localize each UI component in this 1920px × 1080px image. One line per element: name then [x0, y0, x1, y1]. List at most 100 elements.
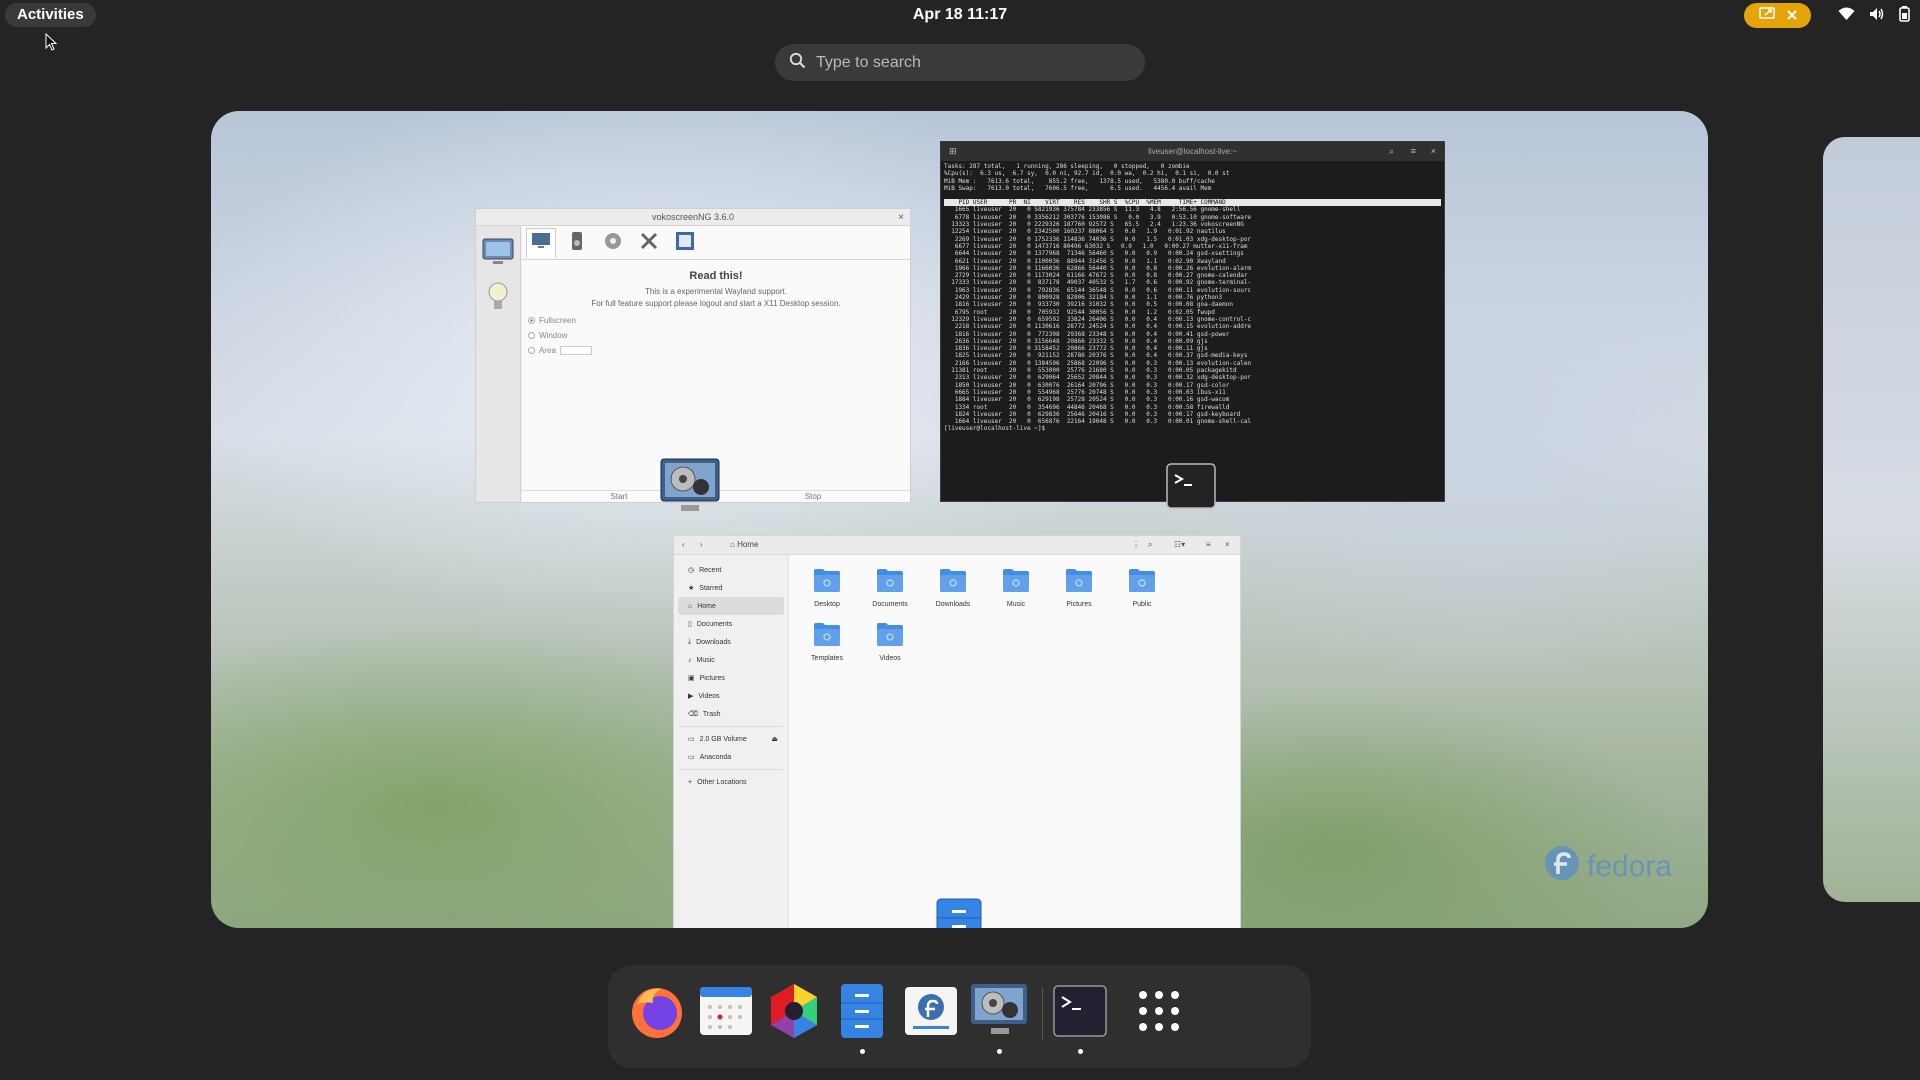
terminal-window[interactable]: ⊞ liveuser@localhost-live:~ ⌕ ≡ × Tasks:…: [940, 141, 1445, 502]
close-icon[interactable]: ×: [1431, 142, 1436, 161]
process-row: 2269 liveuser 20 0 1752336 114836 74036 …: [944, 235, 1252, 243]
sidebar-item-downloads[interactable]: ⤓ Downloads: [678, 633, 784, 651]
running-indicator: [859, 1049, 865, 1054]
folder-icon: [939, 567, 967, 598]
search-icon[interactable]: ⌕: [1148, 540, 1152, 550]
sidebar-item-trash[interactable]: ⌫ Trash: [678, 705, 784, 723]
sidebar-item-home[interactable]: ⌂ Home: [678, 597, 784, 615]
forward-icon[interactable]: ›: [700, 540, 703, 549]
folder-item[interactable]: Desktop: [804, 567, 850, 608]
search-icon[interactable]: ⌕: [1389, 142, 1394, 161]
window-radio[interactable]: Window: [528, 331, 910, 340]
software-icon: [765, 982, 823, 1045]
search-icon: [789, 52, 806, 74]
sidebar-item-other-locations[interactable]: + Other Locations: [678, 773, 784, 791]
screencast-indicator[interactable]: [1744, 3, 1811, 28]
radio-label: Area: [539, 346, 556, 355]
terminal-output[interactable]: Tasks: 287 total, 1 running, 286 sleepin…: [941, 161, 1444, 435]
dash: [608, 965, 1311, 1068]
tab-video[interactable]: [598, 228, 628, 258]
search-entry[interactable]: [775, 44, 1145, 81]
top-summary-line: MiB Swap: 7613.0 total, 7606.5 free, 6.5…: [944, 184, 1212, 192]
window-titlebar: ⊞ liveuser@localhost-live:~ ⌕ ≡ ×: [941, 142, 1444, 161]
monitor-icon[interactable]: [480, 234, 516, 270]
eject-icon[interactable]: ⏏: [771, 735, 778, 743]
folder-item[interactable]: Templates: [804, 621, 850, 662]
path-bar[interactable]: ⌂ Home: [730, 540, 758, 549]
folder-label: Desktop: [814, 601, 840, 608]
process-row: 2729 liveuser 20 0 1173024 61166 47672 S…: [944, 272, 1248, 280]
window-icon: [675, 231, 695, 256]
folder-item[interactable]: Pictures: [1056, 567, 1102, 608]
mouse-pointer-icon: [45, 32, 58, 56]
download-icon: ⤓: [688, 638, 692, 645]
lightbulb-icon[interactable]: [480, 278, 516, 318]
process-row: 12329 liveuser 20 0 659592 33824 26406 S…: [944, 315, 1252, 323]
dash-calendar[interactable]: [695, 982, 757, 1044]
sidebar-item-recent[interactable]: ◷ Recent: [678, 561, 784, 579]
folder-item[interactable]: Videos: [867, 621, 913, 662]
stop-recording-icon[interactable]: [1786, 7, 1797, 25]
tab-settings[interactable]: [670, 228, 700, 258]
sidebar-item-documents[interactable]: ▯ Documents: [678, 615, 784, 633]
next-workspace-thumbnail[interactable]: [1823, 137, 1920, 902]
tab-audio[interactable]: [562, 228, 592, 258]
back-icon[interactable]: ‹: [682, 540, 685, 549]
process-row: 6665 liveuser 20 0 554968 25776 20748 S …: [944, 388, 1226, 396]
dash-terminal[interactable]: [1049, 982, 1111, 1054]
system-tray[interactable]: [1838, 6, 1910, 22]
stop-button[interactable]: Stop: [716, 491, 910, 502]
dash-show-apps[interactable]: [1128, 982, 1190, 1044]
new-tab-icon[interactable]: ⊞: [949, 142, 957, 161]
menu-icon[interactable]: ≡: [1206, 540, 1211, 549]
folder-icon: [876, 621, 904, 652]
files-window[interactable]: ‹ › ⌂ Home ⋮ ⌕ ☷▾ ≡ × ◷ Recent ★ Starred ⌂ Ho…: [673, 535, 1241, 928]
area-dropdown[interactable]: [559, 346, 592, 355]
dash-install[interactable]: [900, 982, 962, 1044]
sidebar-item-label: Anaconda: [699, 753, 732, 761]
folder-icon: [1065, 567, 1093, 598]
folder-icon: [1128, 567, 1156, 598]
clock[interactable]: Apr 18 11:17: [0, 6, 1920, 24]
sidebar-item-2-0-gb-volume[interactable]: ▭ 2.0 GB Volume ⏏: [678, 730, 784, 748]
folder-item[interactable]: Music: [993, 567, 1039, 608]
shell-prompt: [liveuser@localhost-live ~]$: [944, 425, 1049, 433]
process-row: 2636 liveuser 20 0 3156648 20866 23332 S…: [944, 337, 1208, 345]
close-icon[interactable]: ×: [898, 209, 904, 226]
tab-tools[interactable]: [634, 228, 664, 258]
dash-files[interactable]: [831, 982, 893, 1054]
radio-indicator: [528, 317, 535, 324]
sidebar-item-label: Starred: [699, 584, 723, 592]
sidebar-item-videos[interactable]: ▶ Videos: [678, 687, 784, 705]
process-row: 2218 liveuser 20 0 1130616 28772 24524 S…: [944, 323, 1252, 331]
drive-icon: ▭: [688, 754, 695, 761]
monitor-icon: [531, 232, 551, 255]
sidebar-item-pictures[interactable]: ▣ Pictures: [678, 669, 784, 687]
notice-line: For full feature support please logout a…: [591, 299, 841, 308]
sidebar-item-anaconda[interactable]: ▭ Anaconda: [678, 748, 784, 766]
view-options-icon[interactable]: ☷▾: [1174, 540, 1185, 549]
folder-label: Documents: [872, 601, 908, 608]
dash-vokoscreen[interactable]: [968, 982, 1030, 1054]
process-row: 1824 liveuser 20 0 629836 25646 20416 S …: [944, 410, 1241, 418]
video-icon: ▶: [688, 693, 694, 700]
files-headerbar: ‹ › ⌂ Home ⋮ ⌕ ☷▾ ≡ ×: [674, 536, 1240, 555]
sidebar-item-starred[interactable]: ★ Starred: [678, 579, 784, 597]
search-input[interactable]: [816, 53, 1116, 72]
tab-screen[interactable]: [526, 228, 556, 258]
area-radio[interactable]: Area: [528, 346, 910, 355]
process-row: 1665 liveuser 20 0 5821936 375784 233856…: [944, 206, 1241, 214]
folder-item[interactable]: Public: [1119, 567, 1165, 608]
workspace-overview[interactable]: vokoscreenNG 3.6.0 × Read this! This is …: [211, 111, 1708, 928]
dash-software[interactable]: [763, 982, 825, 1044]
dash-firefox[interactable]: [626, 982, 688, 1044]
fullscreen-radio[interactable]: Fullscreen: [528, 316, 910, 325]
kebab-menu-icon[interactable]: ⋮: [1132, 540, 1140, 549]
fedora-watermark: fedora: [1543, 844, 1672, 890]
menu-icon[interactable]: ≡: [1411, 142, 1416, 161]
folder-item[interactable]: Downloads: [930, 567, 976, 608]
folder-item[interactable]: Documents: [867, 567, 913, 608]
sidebar-item-music[interactable]: ♪ Music: [678, 651, 784, 669]
sidebar-separator: [680, 726, 782, 727]
close-icon[interactable]: ×: [1225, 540, 1230, 549]
